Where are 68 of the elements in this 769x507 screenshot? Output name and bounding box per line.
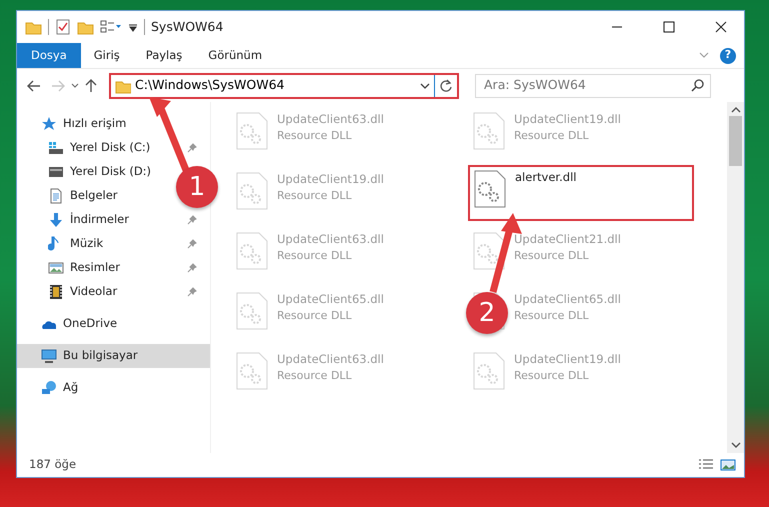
- pin-icon[interactable]: [187, 263, 197, 273]
- pin-icon[interactable]: [187, 287, 197, 297]
- file-name[interactable]: alertver.dll: [515, 169, 576, 186]
- gears-file-icon: [235, 111, 269, 151]
- sidebar-item[interactable]: İndirmeler: [17, 208, 175, 232]
- file-type: Resource DLL: [514, 368, 590, 384]
- view-list-icon[interactable]: [100, 19, 122, 35]
- sidebar-item[interactable]: Yerel Disk (D:): [17, 160, 175, 184]
- scrollbar-thumb[interactable]: [729, 116, 742, 166]
- star-icon: [41, 116, 57, 132]
- gears-file-icon: [473, 169, 507, 209]
- sidebar-item[interactable]: Müzik: [17, 232, 175, 256]
- monitor-icon: [41, 348, 57, 364]
- pin-icon[interactable]: [187, 143, 197, 153]
- maximize-icon[interactable]: [663, 21, 675, 33]
- ribbon-tab[interactable]: Giriş: [80, 43, 133, 68]
- pin-icon[interactable]: [187, 215, 197, 225]
- gears-file-icon: [472, 111, 506, 151]
- address-path-field[interactable]: C:\Windows\SysWOW64: [131, 76, 420, 95]
- search-icon: [691, 79, 704, 92]
- sidebar-item[interactable]: Videolar: [17, 280, 175, 304]
- file-type: Resource DLL: [277, 188, 353, 204]
- sidebar-item[interactable]: Resimler: [17, 256, 175, 280]
- back-arrow-icon[interactable]: [27, 80, 41, 92]
- item-count: 187 öğe: [29, 456, 78, 474]
- help-button[interactable]: ?: [720, 48, 736, 64]
- scroll-down-icon[interactable]: [730, 441, 740, 449]
- sidebar-item[interactable]: Bu bilgisayar: [17, 344, 210, 368]
- document-icon: [48, 188, 64, 204]
- down-arrow-icon: [48, 212, 64, 228]
- file-type: Resource DLL: [514, 128, 590, 144]
- ribbon-tab[interactable]: Paylaş: [132, 43, 196, 68]
- search-bar[interactable]: Ara: SysWOW64: [475, 74, 711, 98]
- sidebar-item[interactable]: Ağ: [17, 376, 210, 400]
- file-type: Resource DLL: [277, 128, 353, 144]
- recent-caret-icon[interactable]: [71, 82, 79, 88]
- dropdown-caret-icon[interactable]: [420, 82, 430, 90]
- up-arrow-icon[interactable]: [85, 78, 97, 92]
- file-type: Resource DLL: [277, 248, 353, 264]
- gears-file-icon: [235, 171, 269, 211]
- sidebar-item[interactable]: OneDrive: [17, 312, 210, 336]
- sidebar-item[interactable]: Hızlı erişim: [17, 112, 210, 136]
- file-type: Resource DLL: [514, 248, 590, 264]
- ribbon-tab[interactable]: Görünüm: [195, 43, 276, 68]
- pin-icon[interactable]: [187, 239, 197, 249]
- gears-file-icon: [235, 291, 269, 331]
- refresh-icon[interactable]: [439, 78, 453, 92]
- vertical-scrollbar[interactable]: [727, 102, 744, 453]
- network-icon: [41, 380, 57, 396]
- drive-icon: [48, 140, 64, 156]
- gears-file-icon: [472, 351, 506, 391]
- sidebar-item[interactable]: Belgeler: [17, 184, 175, 208]
- scroll-up-icon[interactable]: [730, 106, 740, 114]
- drive-icon: [48, 164, 64, 180]
- gears-file-icon: [235, 231, 269, 271]
- file-type: Resource DLL: [277, 368, 353, 384]
- large-icons-view-icon[interactable]: [720, 458, 736, 472]
- sidebar-item[interactable]: Yerel Disk (C:): [17, 136, 175, 160]
- file-type: Resource DLL: [514, 308, 590, 324]
- picture-icon: [48, 260, 64, 276]
- file-type: Resource DLL: [277, 308, 353, 324]
- ribbon-tab[interactable]: Dosya: [17, 43, 81, 68]
- properties-icon[interactable]: [55, 19, 71, 35]
- close-icon[interactable]: [715, 21, 727, 33]
- address-bar[interactable]: C:\Windows\SysWOW64: [109, 72, 459, 98]
- gears-file-icon: [235, 351, 269, 391]
- window-title: SysWOW64: [151, 18, 224, 36]
- film-icon: [48, 284, 64, 300]
